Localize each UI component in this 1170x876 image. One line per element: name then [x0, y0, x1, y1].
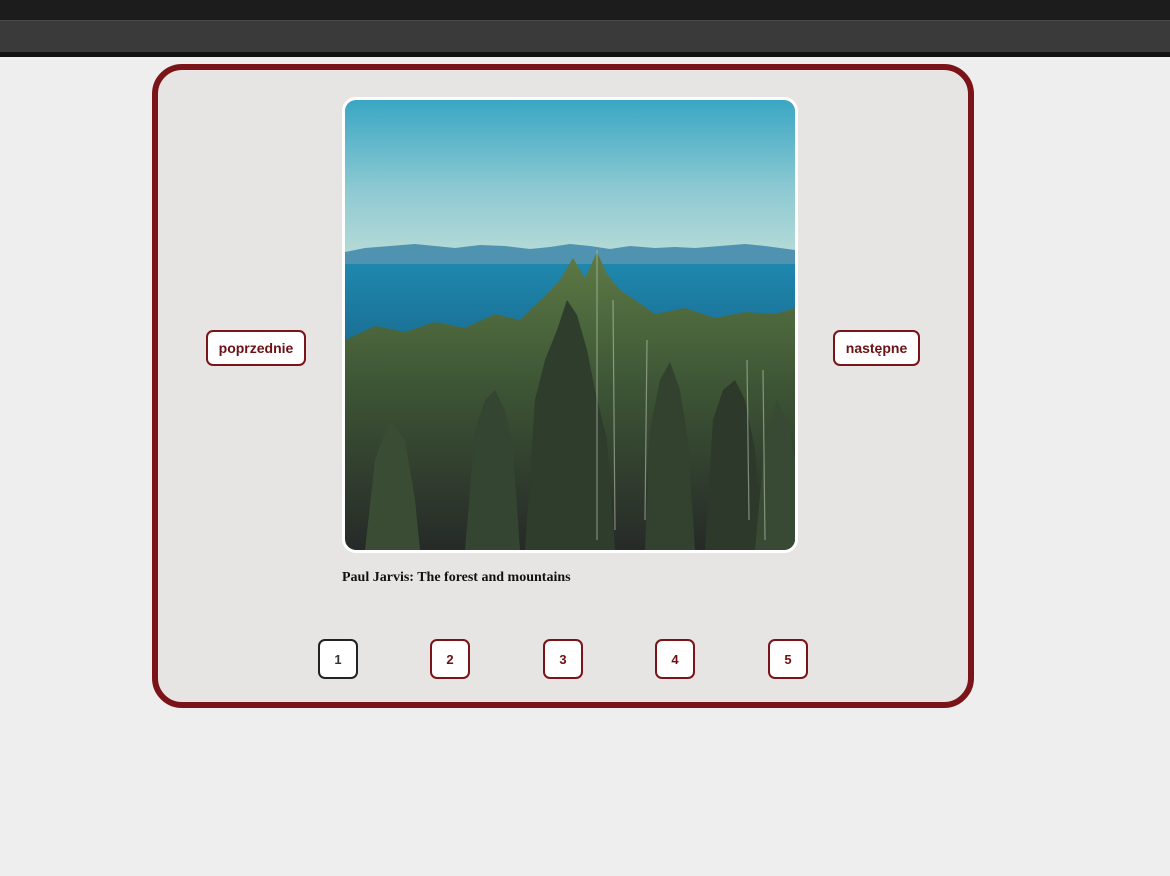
page-button-1[interactable]: 1	[318, 639, 358, 679]
previous-button[interactable]: poprzednie	[206, 330, 306, 366]
photo-caption: Paul Jarvis: The forest and mountains	[342, 570, 571, 585]
page-button-3[interactable]: 3	[543, 639, 583, 679]
page-button-2[interactable]: 2	[430, 639, 470, 679]
toolbar-divider	[0, 52, 1170, 57]
gallery-panel: poprzednie następne Paul Jarvis: The for…	[152, 64, 974, 708]
next-button[interactable]: następne	[833, 330, 920, 366]
gallery-photo	[342, 97, 798, 553]
page-button-5[interactable]: 5	[768, 639, 808, 679]
page-selector: 1 2 3 4 5	[318, 639, 808, 679]
browser-toolbar	[0, 20, 1170, 53]
browser-top-bar	[0, 0, 1170, 20]
page-button-4[interactable]: 4	[655, 639, 695, 679]
forest-mountains-image	[345, 100, 795, 550]
